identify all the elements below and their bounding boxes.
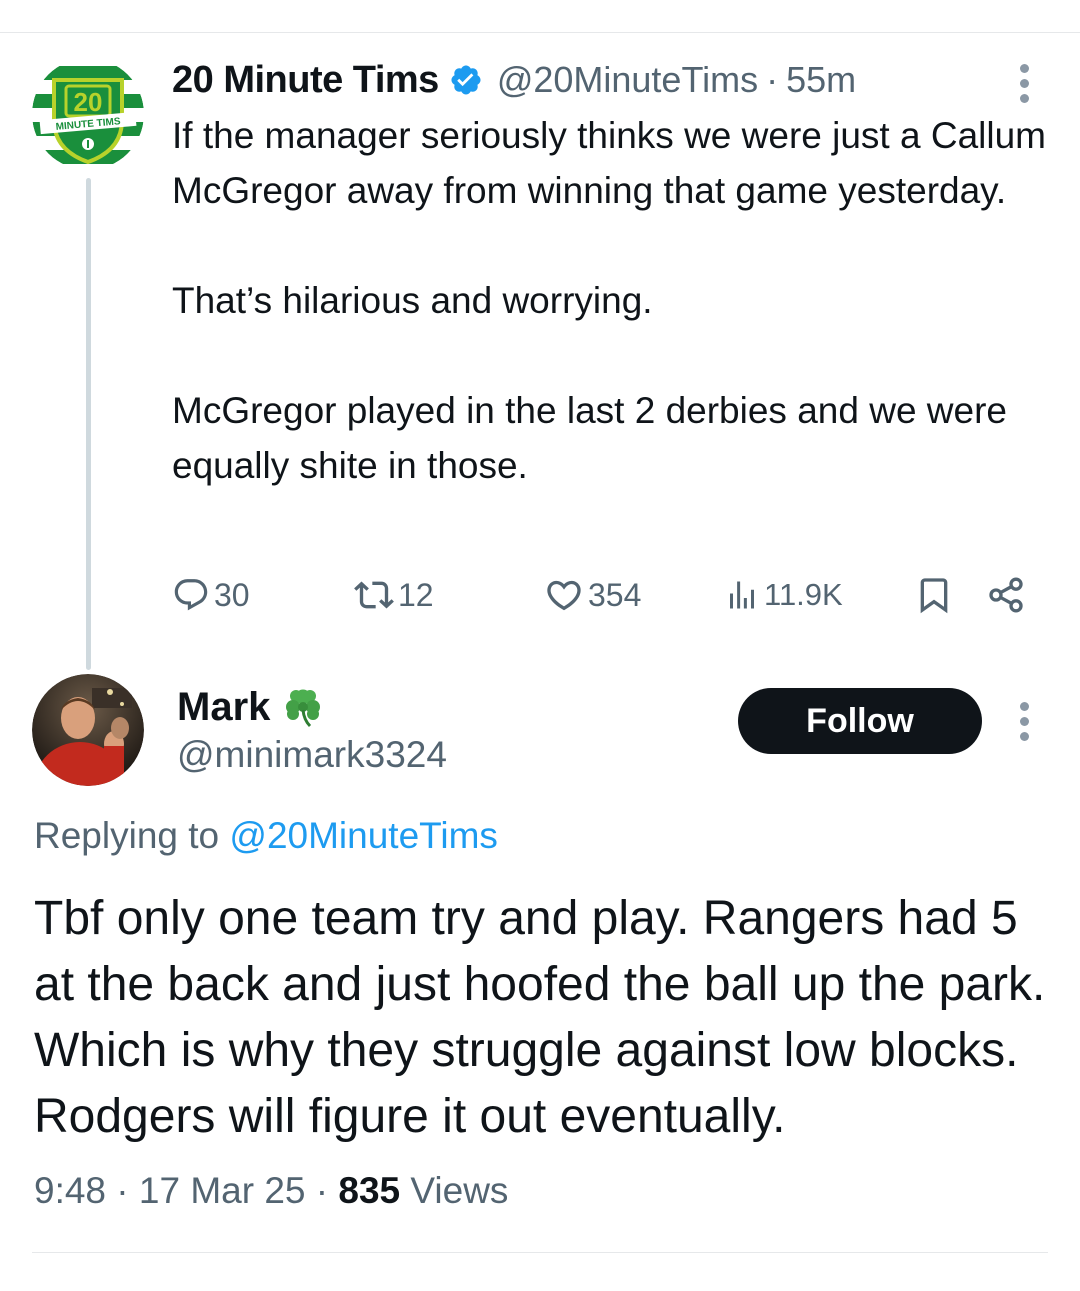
bottom-divider: [32, 1252, 1048, 1253]
reply-avatar[interactable]: [32, 674, 144, 786]
verified-icon: [449, 63, 483, 97]
views-count: 11.9K: [764, 577, 843, 612]
tweet-paragraph: That’s hilarious and worrying.: [172, 280, 653, 321]
parent-avatar[interactable]: 20 MINUTE TIMS: [32, 58, 144, 170]
reply-views-label: Views: [410, 1170, 509, 1211]
bookmark-icon: [920, 578, 948, 614]
retweet-button[interactable]: 12: [354, 570, 434, 620]
views-icon: [730, 581, 754, 609]
thread-line: [86, 178, 91, 670]
reply-icon: [174, 579, 208, 611]
replying-prefix: Replying to: [34, 815, 220, 856]
like-button[interactable]: 354: [544, 570, 641, 620]
reply-views-count: 835: [338, 1170, 401, 1211]
like-icon: [547, 580, 581, 611]
reply-name-row: Mark: [177, 680, 324, 734]
top-divider: [0, 32, 1080, 33]
reply-tweet-text: Tbf only one team try and play. Rangers …: [34, 892, 1046, 1143]
share-icon: [989, 577, 1023, 613]
tweet-paragraph: If the manager seriously thinks we were …: [172, 115, 1046, 211]
reply-date[interactable]: 17 Mar 25: [139, 1170, 306, 1211]
retweet-count: 12: [398, 576, 434, 613]
reply-button[interactable]: 30: [172, 570, 250, 620]
reply-time[interactable]: 9:48: [34, 1170, 106, 1211]
separator-dot: ·: [315, 1170, 329, 1211]
retweet-icon: [354, 581, 394, 609]
profile-photo: [32, 674, 144, 786]
tweet-actions: 30 12 354 11.9K: [172, 570, 1042, 620]
tweet-time[interactable]: 55m: [786, 59, 856, 101]
views-button[interactable]: 11.9K: [724, 570, 843, 620]
like-count: 354: [588, 576, 642, 613]
logo-badge-text: 20: [74, 87, 103, 117]
more-icon[interactable]: [1018, 64, 1030, 103]
bookmark-button[interactable]: [914, 570, 954, 620]
parent-header: 20 Minute Tims @20MinuteTims · 55m: [172, 56, 856, 104]
follow-button[interactable]: Follow: [738, 688, 982, 754]
parent-tweet-text: If the manager seriously thinks we were …: [172, 108, 1052, 493]
shamrock-icon: [282, 686, 324, 728]
reply-meta: 9:48 · 17 Mar 25 · 835 Views: [34, 1170, 508, 1212]
share-button[interactable]: [986, 570, 1026, 620]
separator-dot: ·: [116, 1170, 129, 1211]
author-name[interactable]: 20 Minute Tims: [172, 59, 439, 102]
separator-dot: ·: [766, 59, 779, 100]
club-logo: 20 MINUTE TIMS: [32, 58, 144, 170]
replying-mention-link[interactable]: @20MinuteTims: [229, 815, 498, 856]
reply-count: 30: [214, 576, 250, 613]
reply-author-handle[interactable]: @minimark3324: [177, 734, 447, 776]
tweet-paragraph: McGregor played in the last 2 derbies an…: [172, 390, 1007, 486]
replying-to-line: Replying to @20MinuteTims: [34, 815, 498, 857]
author-handle[interactable]: @20MinuteTims: [497, 59, 758, 101]
more-icon[interactable]: [1018, 702, 1030, 741]
reply-author-name[interactable]: Mark: [177, 685, 270, 730]
